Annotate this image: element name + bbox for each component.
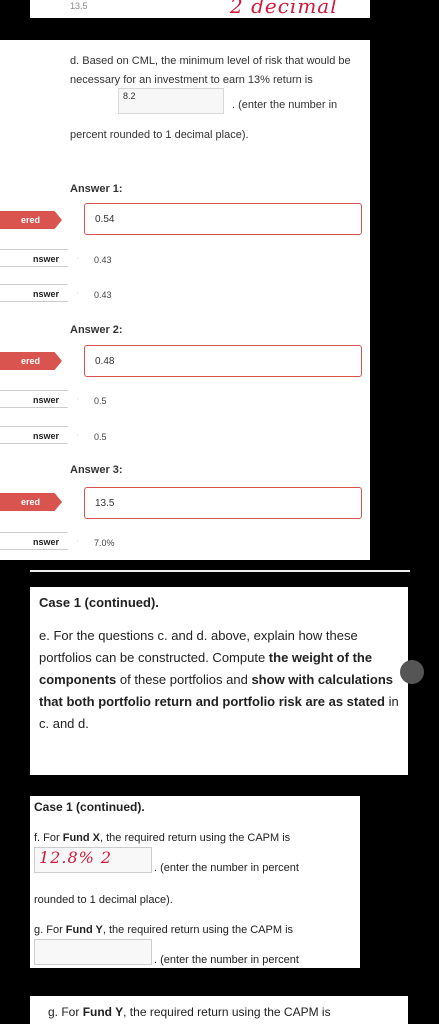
answer-tag: nswer [0,249,78,267]
answer-1-label: Answer 1: [70,183,123,195]
case-e-heading: Case 1 (continued). [39,595,159,610]
case-f-heading: Case 1 (continued). [34,800,145,814]
case-e-panel: Case 1 (continued). e. For the questions… [30,587,408,775]
fund-x-input[interactable]: 12.8% 2 [34,847,152,873]
bottom-question-g-text: g. For Fund Y, the required return using… [48,1005,331,1019]
answer-2-alt-2: 0.5 [94,432,107,442]
question-f-line3: rounded to 1 decimal place). [34,894,173,906]
question-f-text: f. For Fund X, the required return using… [34,832,291,844]
answer-1-entered-box: 0.54 [84,203,362,235]
answer-tag: nswer [0,426,78,444]
answer-tag: nswer [0,532,78,550]
question-f-suffix: . (enter the number in percent [154,862,299,874]
bottom-panel: g. For Fund Y, the required return using… [30,996,408,1024]
case-f-panel: Case 1 (continued). f. For Fund X, the r… [30,796,360,968]
answer-1-alt-1: 0.43 [94,255,112,265]
answer-tag: nswer [0,284,78,302]
question-d-text: d. Based on CML, the minimum level of ri… [70,55,351,86]
top-strip: 13.5 2 decimal [30,0,370,18]
answer-1-alt-2: 0.43 [94,290,112,300]
entered-tag: ered [0,493,62,511]
risk-input[interactable]: 8.2 [118,88,224,114]
answer-tag: nswer [0,390,78,408]
question-panel: d. Based on CML, the minimum level of ri… [0,40,370,560]
scroll-handle[interactable] [400,660,424,684]
case-e-text: e. For the questions c. and d. above, ex… [39,628,399,731]
answer-3-entered-box: 13.5 [84,487,362,519]
divider [30,570,410,572]
entered-tag: ered [0,211,62,229]
answer-2-alt-1: 0.5 [94,396,107,406]
question-g-text: g. For Fund Y, the required return using… [34,924,294,936]
answer-3-alt-1: 7.0% [94,538,115,548]
risk-input-value: 8.2 [123,91,136,101]
answer-2-entered-box: 0.48 [84,345,362,377]
fund-y-input[interactable] [34,939,152,965]
top-number: 13.5 [70,1,88,11]
entered-tag: ered [0,352,62,370]
answer-2-label: Answer 2: [70,324,123,336]
question-d-suffix: . (enter the number in [232,99,338,111]
question-d-line3: percent rounded to 1 decimal place). [70,129,249,141]
fund-x-input-handwriting: 12.8% 2 [39,848,113,867]
question-g-suffix: . (enter the number in percent [154,954,299,966]
answer-3-label: Answer 3: [70,464,123,476]
handwritten-note: 2 decimal [230,0,338,18]
